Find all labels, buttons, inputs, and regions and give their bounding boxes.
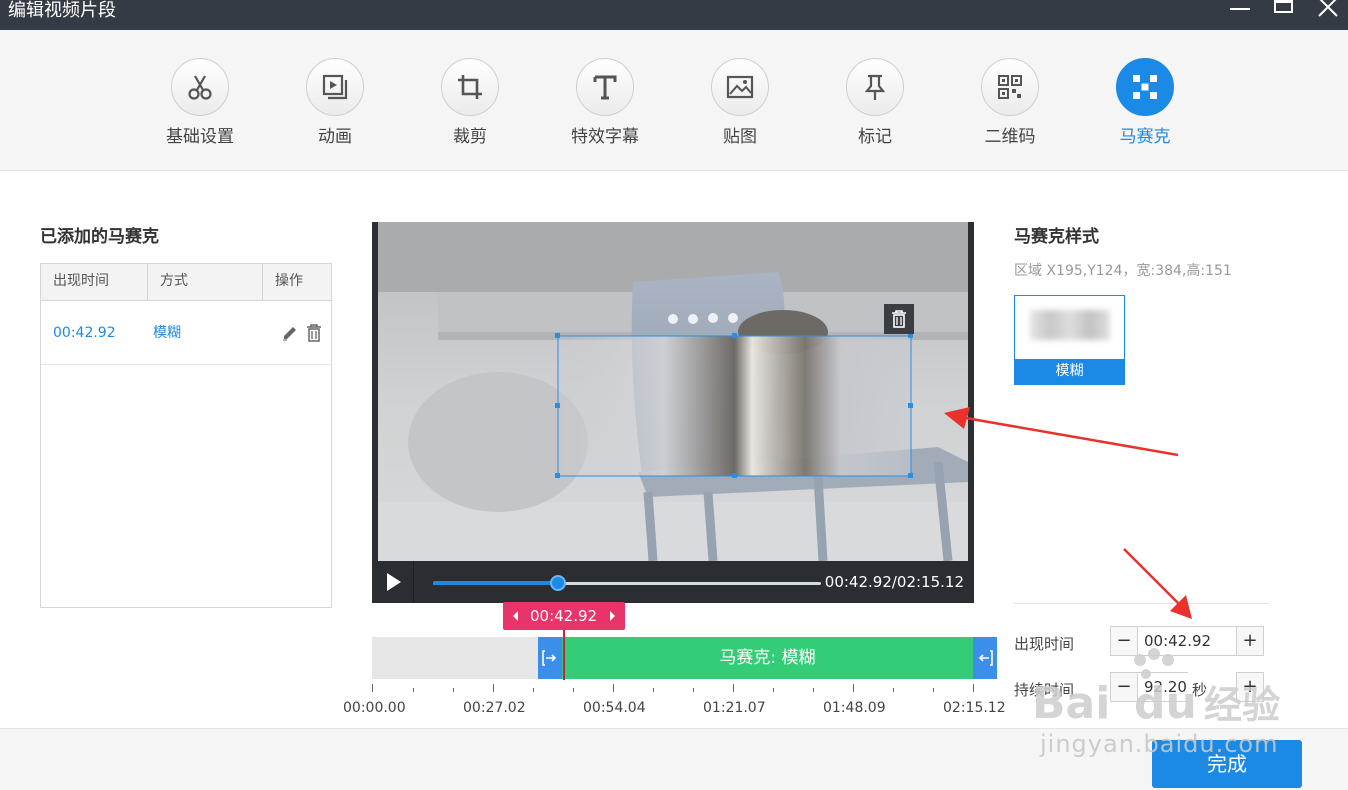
svg-text:经验: 经验 xyxy=(1204,683,1280,727)
playhead-line xyxy=(563,628,565,680)
tool-animation[interactable]: 动画 xyxy=(280,58,390,148)
added-mosaic-heading: 已添加的马赛克 xyxy=(40,227,159,247)
ruler-label: 01:21.07 xyxy=(703,700,766,716)
column-header-time: 出现时间 xyxy=(41,264,148,301)
delete-icon[interactable] xyxy=(305,323,323,342)
scissors-icon xyxy=(171,58,229,116)
region-info: 区域 X195,Y124，宽:384,高:151 xyxy=(1014,263,1232,279)
watermark-url: jingyan.baidu.com xyxy=(1040,730,1279,758)
timeline-ruler xyxy=(372,684,974,692)
tool-label: 二维码 xyxy=(984,127,1036,147)
seek-handle[interactable] xyxy=(550,575,566,591)
ruler-label: 00:54.04 xyxy=(583,700,646,716)
tool-label: 基础设置 xyxy=(166,127,234,147)
tool-basic-settings[interactable]: 基础设置 xyxy=(145,58,255,148)
tool-qrcode[interactable]: 二维码 xyxy=(955,58,1065,148)
mosaic-segment[interactable]: 马赛克: 模糊 xyxy=(538,637,997,679)
qrcode-icon xyxy=(981,58,1039,116)
tool-label: 标记 xyxy=(858,127,892,147)
ruler-label: 00:27.02 xyxy=(463,700,526,716)
title-bar: 编辑视频片段 xyxy=(0,0,1348,30)
tool-effect-subtitle[interactable]: 特效字幕 xyxy=(550,58,660,148)
row-time: 00:42.92 xyxy=(53,325,116,341)
playhead-prev-icon[interactable] xyxy=(507,602,525,630)
pin-icon xyxy=(846,58,904,116)
segment-label: 马赛克: 模糊 xyxy=(719,648,816,668)
table-row[interactable]: 00:42.92 模糊 xyxy=(41,302,331,365)
column-header-actions: 操作 xyxy=(275,273,303,289)
annotation-arrow xyxy=(1123,548,1192,619)
close-icon[interactable] xyxy=(1308,0,1348,22)
blur-preview xyxy=(1030,310,1110,340)
annotation-arrow xyxy=(944,407,1179,457)
tool-label: 动画 xyxy=(318,127,352,147)
mosaic-icon xyxy=(1116,58,1174,116)
timeline-track[interactable]: 马赛克: 模糊 xyxy=(372,637,997,679)
tool-label: 马赛克 xyxy=(1119,127,1171,147)
ruler-label: 00:00.00 xyxy=(343,700,406,716)
ruler-label: 02:15.12 xyxy=(943,700,1006,716)
playhead-time: 00:42.92 xyxy=(530,607,598,625)
tool-label: 贴图 xyxy=(723,127,757,147)
crop-icon xyxy=(441,58,499,116)
edit-icon[interactable] xyxy=(281,324,299,342)
row-mode: 模糊 xyxy=(153,325,181,341)
seek-progress xyxy=(433,581,558,585)
delete-region-icon[interactable] xyxy=(884,304,914,334)
svg-text:Bai: Bai xyxy=(1032,678,1110,729)
window-title: 编辑视频片段 xyxy=(8,0,116,21)
playhead-marker[interactable]: 00:42.92 xyxy=(503,602,625,630)
tool-sticker[interactable]: 贴图 xyxy=(685,58,795,148)
tool-label: 特效字幕 xyxy=(571,127,639,147)
playhead-next-icon[interactable] xyxy=(603,602,621,630)
video-frame-image[interactable] xyxy=(378,222,968,562)
mosaic-style-heading: 马赛克样式 xyxy=(1014,227,1099,247)
mosaic-list-table: 出现时间 方式 操作 00:42.92 模糊 xyxy=(40,263,332,608)
tool-marker[interactable]: 标记 xyxy=(820,58,930,148)
column-header-mode: 方式 xyxy=(148,264,263,301)
segment-end-handle[interactable] xyxy=(973,637,997,679)
play-icon[interactable] xyxy=(372,561,414,603)
player-controls: 00:42.92/02:15.12 xyxy=(372,561,974,603)
table-header: 出现时间 方式 操作 xyxy=(41,264,331,301)
text-icon xyxy=(576,58,634,116)
style-option-label: 模糊 xyxy=(1015,359,1124,384)
time-readout: 00:42.92/02:15.12 xyxy=(824,573,964,591)
tool-label: 裁剪 xyxy=(453,127,487,147)
tool-mosaic[interactable]: 马赛克 xyxy=(1090,58,1200,148)
maximize-icon[interactable] xyxy=(1264,0,1304,22)
play-frame-icon xyxy=(306,58,364,116)
segment-start-handle[interactable] xyxy=(538,637,562,679)
image-icon xyxy=(711,58,769,116)
tool-crop[interactable]: 裁剪 xyxy=(415,58,525,148)
toolbar: 基础设置 动画 裁剪 特效字幕 贴图 标记 二维码 马赛克 xyxy=(0,30,1348,171)
svg-text:du: du xyxy=(1134,678,1197,729)
style-option-blur[interactable]: 模糊 xyxy=(1014,295,1125,385)
video-preview: 00:42.92/02:15.12 xyxy=(372,222,974,603)
minimize-icon[interactable] xyxy=(1220,0,1260,22)
ruler-label: 01:48.09 xyxy=(823,700,886,716)
